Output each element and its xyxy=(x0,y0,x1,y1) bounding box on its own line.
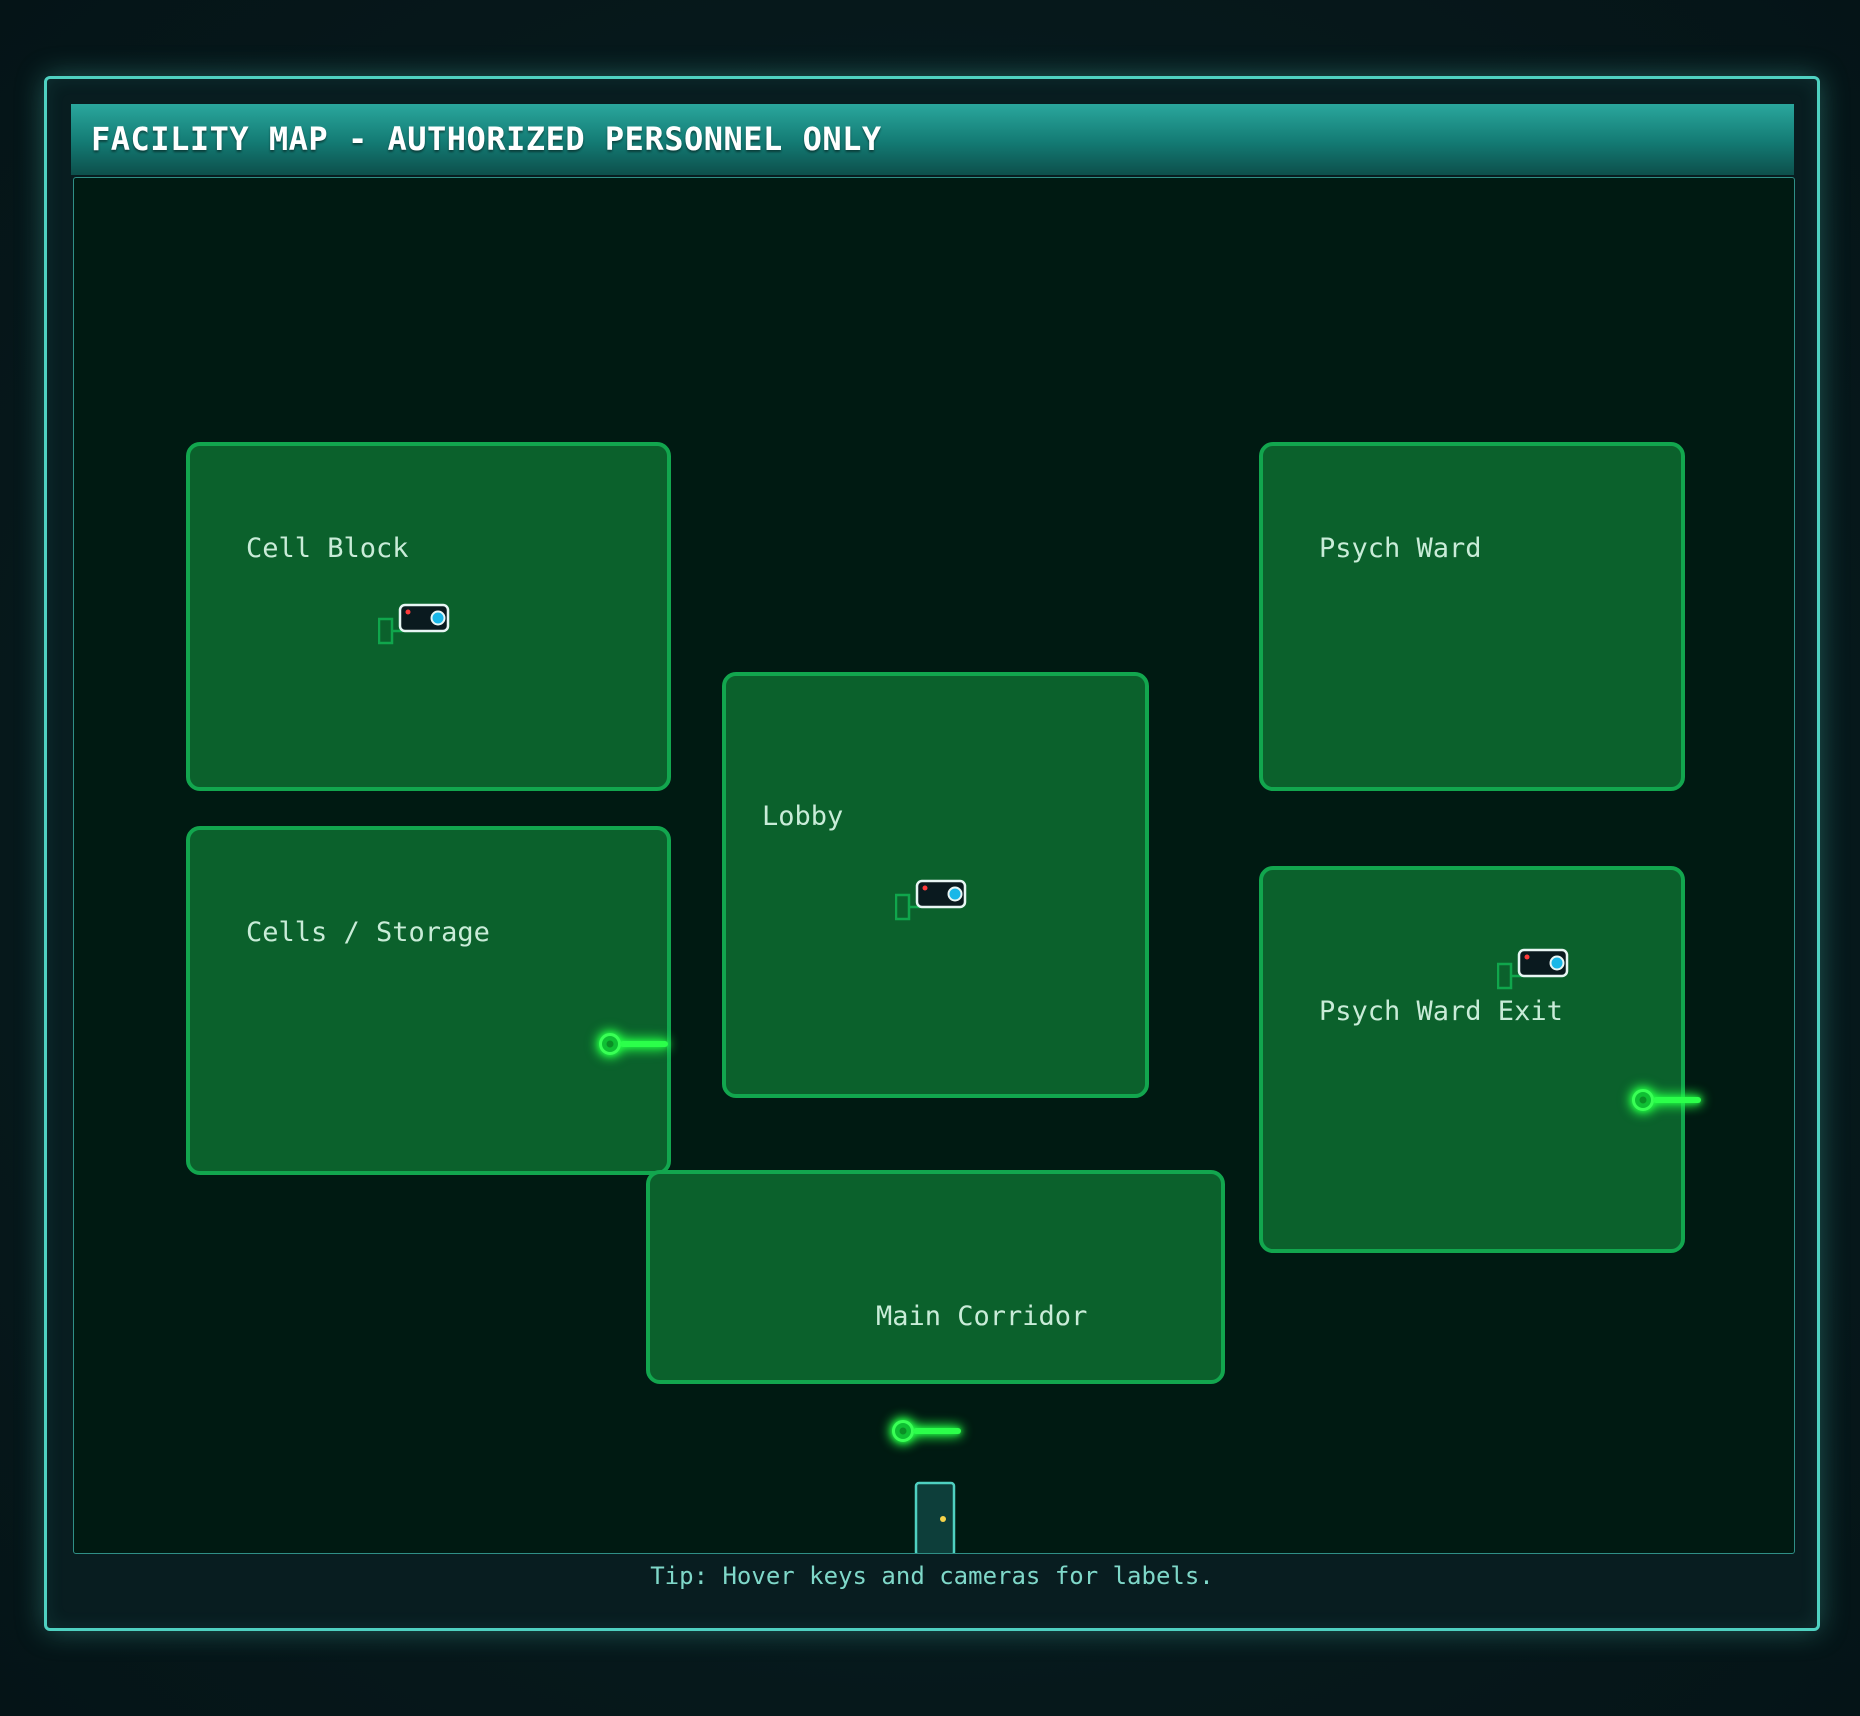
security-camera-icon[interactable] xyxy=(378,601,450,645)
title-bar: FACILITY MAP - AUTHORIZED PERSONNEL ONLY xyxy=(71,104,1794,175)
room-label: Psych Ward Exit xyxy=(1319,996,1563,1027)
room-psych-ward-exit[interactable]: Psych Ward Exit xyxy=(1259,866,1685,1253)
key-icon[interactable] xyxy=(1631,1082,1719,1118)
footer-tip: Tip: Hover keys and cameras for labels. xyxy=(650,1562,1214,1590)
room-main-corridor[interactable]: Main Corridor xyxy=(646,1170,1225,1384)
door-icon[interactable] xyxy=(914,1481,956,1554)
window-title: FACILITY MAP - AUTHORIZED PERSONNEL ONLY xyxy=(91,120,882,158)
key-icon[interactable] xyxy=(598,1026,686,1062)
room-label: Main Corridor xyxy=(876,1301,1088,1332)
room-cells-storage[interactable]: Cells / Storage xyxy=(186,826,671,1175)
room-label: Lobby xyxy=(762,801,844,832)
facility-map: Cell Block Cells / Storage Lobby Psych W… xyxy=(73,177,1795,1554)
key-icon[interactable] xyxy=(891,1413,979,1449)
security-camera-icon[interactable] xyxy=(895,877,967,921)
security-camera-icon[interactable] xyxy=(1497,946,1569,990)
facility-map-window: FACILITY MAP - AUTHORIZED PERSONNEL ONLY… xyxy=(44,76,1820,1631)
room-label: Psych Ward xyxy=(1319,533,1482,564)
room-label: Cell Block xyxy=(246,533,409,564)
room-psych-ward[interactable]: Psych Ward xyxy=(1259,442,1685,791)
room-label: Cells / Storage xyxy=(246,917,490,948)
